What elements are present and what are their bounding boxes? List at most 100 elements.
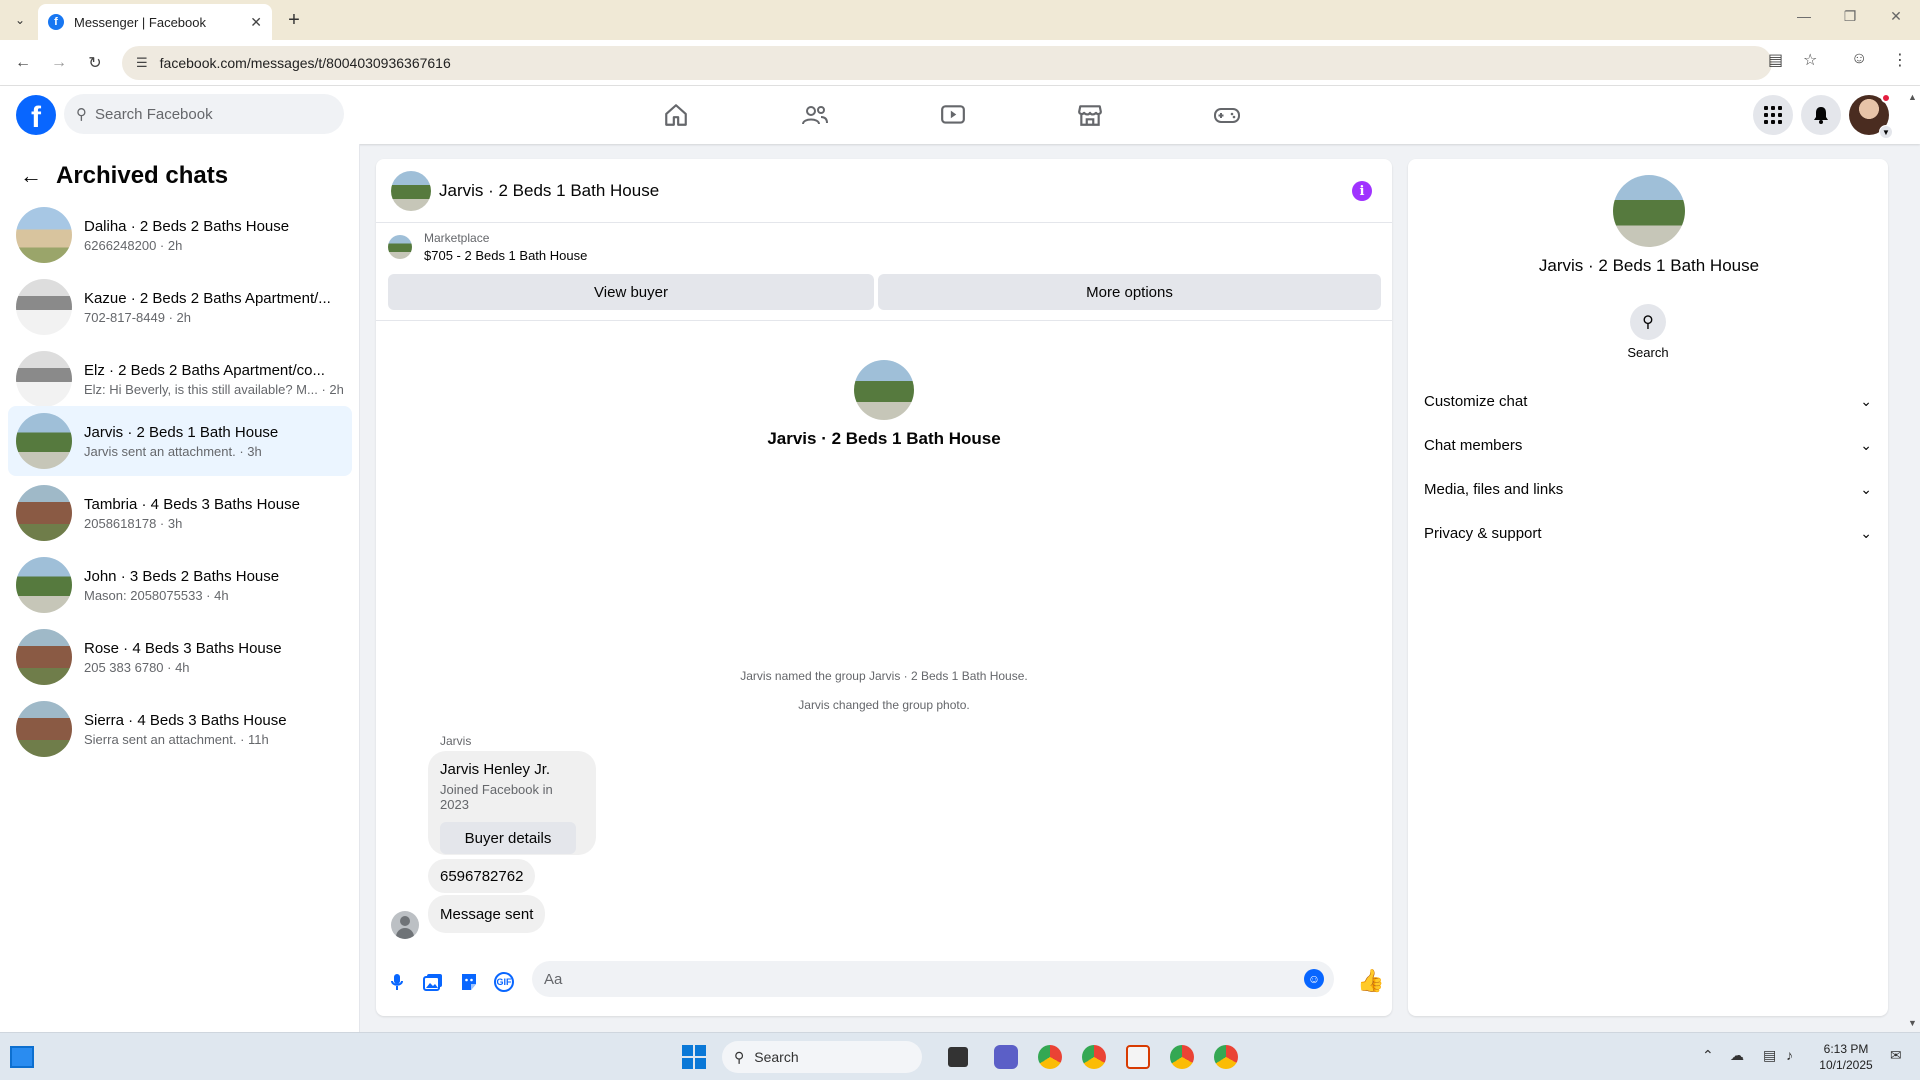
restore-icon[interactable]: ❐ [1830,8,1870,25]
view-buyer-button[interactable]: View buyer [388,274,874,310]
search-in-conversation-icon[interactable]: ⚲ [1630,304,1666,340]
browser-tabbar: ⌄ f Messenger | Facebook ✕ + — ❐ ✕ [0,0,1920,40]
conversation-avatar[interactable] [391,170,431,211]
chat-preview: 205 383 6780 · 4h [84,659,190,675]
facebook-search-input[interactable]: ⚲ Search Facebook [64,94,344,134]
chrome-icon[interactable] [1038,1045,1062,1069]
friends-icon[interactable] [798,98,832,132]
snipping-tool-icon[interactable] [1126,1045,1150,1069]
sticker-icon[interactable] [458,971,480,993]
scroll-up-arrow-icon[interactable]: ▲ [1908,92,1917,102]
chevron-down-icon: ⌄ [1860,392,1872,409]
chrome-icon[interactable] [1170,1045,1194,1069]
taskbar-search[interactable]: ⚲ Search [722,1041,922,1073]
facebook-favicon-icon: f [48,14,64,30]
chevron-down-icon: ⌄ [1860,436,1872,453]
chat-item-tambria[interactable]: Tambria · 4 Beds 3 Baths House 2058618178… [8,478,352,548]
new-tab-button[interactable]: + [282,8,306,32]
profile-icon[interactable]: ☺ [1851,50,1867,68]
message-input[interactable]: Aa ☺ [532,961,1334,997]
buyer-details-button[interactable]: Buyer details [440,822,576,854]
chat-item-elz[interactable]: Elz · 2 Beds 2 Baths Apartment/co... Elz:… [8,344,352,414]
photo-icon[interactable] [422,971,444,993]
chat-item-sierra[interactable]: Sierra · 4 Beds 3 Baths House Sierra sent… [8,694,352,764]
volume-icon[interactable]: ♪ [1786,1047,1793,1063]
browser-menu-icon[interactable]: ⋮ [1892,50,1908,70]
info-icon[interactable]: i [1352,181,1372,201]
more-options-button[interactable]: More options [878,274,1381,310]
scroll-down-arrow-icon[interactable]: ▼ [1908,1018,1917,1028]
chat-avatar [16,557,72,613]
facebook-logo-icon[interactable]: f [16,95,56,135]
home-icon[interactable] [659,98,693,132]
tab-title: Messenger | Facebook [74,14,206,30]
message-bubble[interactable]: 6596782762 [428,859,536,893]
install-app-icon[interactable]: ▤ [1768,50,1783,70]
buyer-name: Jarvis Henley Jr. [440,761,551,778]
tab-search-dropdown-icon[interactable]: ⌄ [8,8,32,32]
bookmark-star-icon[interactable]: ☆ [1803,50,1817,70]
network-icon[interactable]: ▤ [1763,1047,1776,1064]
chat-name: Kazue · 2 Beds 2 Baths Apartment/... [84,289,331,307]
thumbs-up-icon[interactable]: 👍 [1357,968,1384,994]
chevron-down-icon: ⌄ [1860,524,1872,541]
info-name: Jarvis · 2 Beds 1 Bath House [1538,256,1760,275]
marketplace-listing[interactable]: Marketplace $705 - 2 Beds 1 Bath House [388,231,587,263]
marketplace-icon[interactable] [1073,98,1107,132]
chat-item-kazue[interactable]: Kazue · 2 Beds 2 Baths Apartment/... 702-… [8,272,352,342]
gaming-icon[interactable] [1210,98,1244,132]
facebook-search-placeholder: Search Facebook [95,105,213,123]
site-info-icon[interactable]: ☰ [136,55,148,71]
emoji-icon[interactable]: ☺ [1304,969,1324,989]
browser-tab-messenger[interactable]: f Messenger | Facebook ✕ [38,4,272,40]
file-explorer-icon[interactable] [948,1047,968,1067]
menu-grid-icon[interactable] [1753,95,1793,135]
chat-preview: 702-817-8449 · 2h [84,309,191,325]
sidebar-title: Archived chats [56,162,229,189]
teams-icon[interactable] [994,1045,1018,1069]
account-avatar[interactable]: ▼ [1849,93,1893,139]
tab-close-icon[interactable]: ✕ [250,14,262,31]
gif-icon[interactable]: GIF [493,971,515,993]
chat-name: Rose · 4 Beds 3 Baths House [84,639,282,657]
marketplace-label: Marketplace [424,231,490,245]
browser-toolbar: ← → ↻ ☰ facebook.com/messages/t/80040309… [0,40,1920,86]
section-chat-members[interactable]: Chat members ⌄ [1424,427,1872,463]
system-clock[interactable]: 6:13 PM 10/1/2025 [1812,1041,1880,1073]
section-privacy-support[interactable]: Privacy & support ⌄ [1424,515,1872,551]
info-avatar [1613,175,1685,247]
forward-arrow-icon[interactable]: → [46,50,72,76]
chat-avatar [16,351,72,407]
chat-avatar [16,701,72,757]
back-arrow-icon[interactable]: ← [10,50,36,76]
chat-item-john[interactable]: John · 3 Beds 2 Baths House Mason: 205807… [8,550,352,620]
chat-preview: Mason: 2058075533 · 4h [84,587,229,603]
windows-start-icon[interactable] [682,1045,706,1069]
notifications-bell-icon[interactable] [1801,95,1841,135]
group-avatar [854,360,914,420]
chat-item-jarvis[interactable]: Jarvis · 2 Beds 1 Bath House Jarvis sent … [8,406,352,476]
minimize-icon[interactable]: — [1784,8,1824,24]
chat-avatar [16,279,72,335]
chrome-icon[interactable] [1214,1045,1238,1069]
onedrive-icon[interactable]: ☁ [1730,1047,1744,1064]
address-bar[interactable]: ☰ facebook.com/messages/t/80040309363676… [122,46,1772,80]
reload-icon[interactable]: ↻ [82,50,108,76]
notification-center-icon[interactable]: ✉ [1890,1047,1902,1064]
message-bubble[interactable]: Message sent [428,895,546,933]
section-media-files-links[interactable]: Media, files and links ⌄ [1424,471,1872,507]
section-customize-chat[interactable]: Customize chat ⌄ [1424,383,1872,419]
chat-item-daliha[interactable]: Daliha · 2 Beds 2 Baths House 6266248200 … [8,200,352,270]
microphone-icon[interactable] [386,971,408,993]
window-close-icon[interactable]: ✕ [1876,8,1916,25]
show-hidden-icons-icon[interactable]: ⌃ [1702,1047,1714,1064]
widgets-icon[interactable] [10,1046,34,1068]
section-label: Chat members [1424,436,1523,454]
section-label: Customize chat [1424,392,1528,410]
chat-item-rose[interactable]: Rose · 4 Beds 3 Baths House 205 383 6780 … [8,622,352,692]
conversation-title[interactable]: Jarvis · 2 Beds 1 Bath House [439,181,659,201]
chrome-icon[interactable] [1082,1045,1106,1069]
back-arrow-icon[interactable]: ← [20,163,42,189]
video-icon[interactable] [936,98,970,132]
chat-name: Daliha · 2 Beds 2 Baths House [84,217,290,235]
